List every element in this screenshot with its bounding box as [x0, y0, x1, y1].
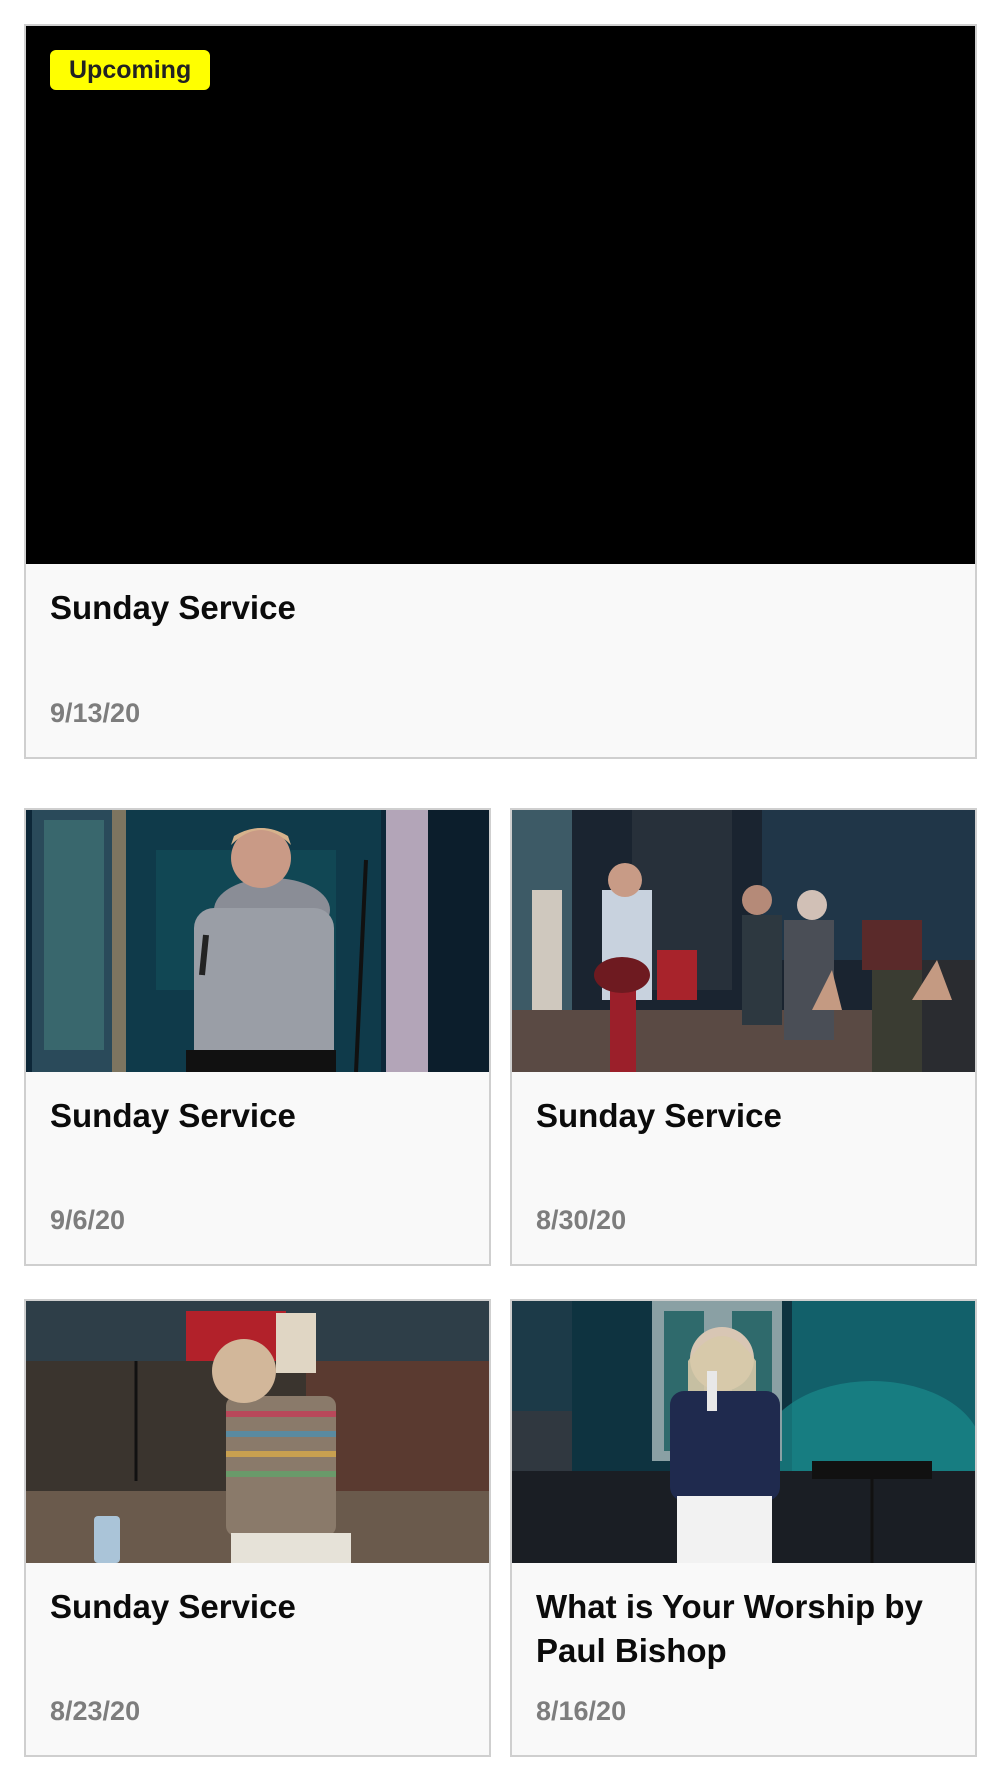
- video-thumbnail[interactable]: [512, 810, 975, 1072]
- woman-on-stage-thumbnail-image: [26, 1301, 489, 1563]
- video-title[interactable]: Sunday Service: [50, 1094, 469, 1138]
- video-title[interactable]: Sunday Service: [536, 1094, 955, 1138]
- video-date: 8/16/20: [536, 1696, 627, 1726]
- video-card[interactable]: Sunday Service 9/6/20: [24, 808, 491, 1266]
- video-date: 9/6/20: [50, 1205, 126, 1235]
- video-title[interactable]: Sunday Service: [50, 586, 955, 630]
- speaker-thumbnail-image: [26, 810, 489, 1072]
- video-card[interactable]: Sunday Service 8/30/20: [510, 808, 977, 1266]
- video-card[interactable]: Sunday Service 8/23/20: [24, 1299, 491, 1757]
- featured-video-card[interactable]: Upcoming Sunday Service 9/13/20: [24, 24, 977, 759]
- video-thumbnail[interactable]: [26, 810, 489, 1072]
- video-thumbnail[interactable]: [512, 1301, 975, 1563]
- video-date: 8/30/20: [536, 1205, 627, 1235]
- video-date: 9/13/20: [50, 698, 141, 728]
- upcoming-badge: Upcoming: [50, 50, 211, 90]
- worship-band-thumbnail-image: [512, 810, 975, 1072]
- woman-singing-thumbnail-image: [512, 1301, 975, 1563]
- video-thumbnail[interactable]: [26, 26, 975, 564]
- video-date: 8/23/20: [50, 1696, 141, 1726]
- video-card[interactable]: What is Your Worship by Paul Bishop 8/16…: [510, 1299, 977, 1757]
- video-title[interactable]: Sunday Service: [50, 1585, 469, 1629]
- video-thumbnail[interactable]: [26, 1301, 489, 1563]
- video-title[interactable]: What is Your Worship by Paul Bishop: [536, 1585, 955, 1673]
